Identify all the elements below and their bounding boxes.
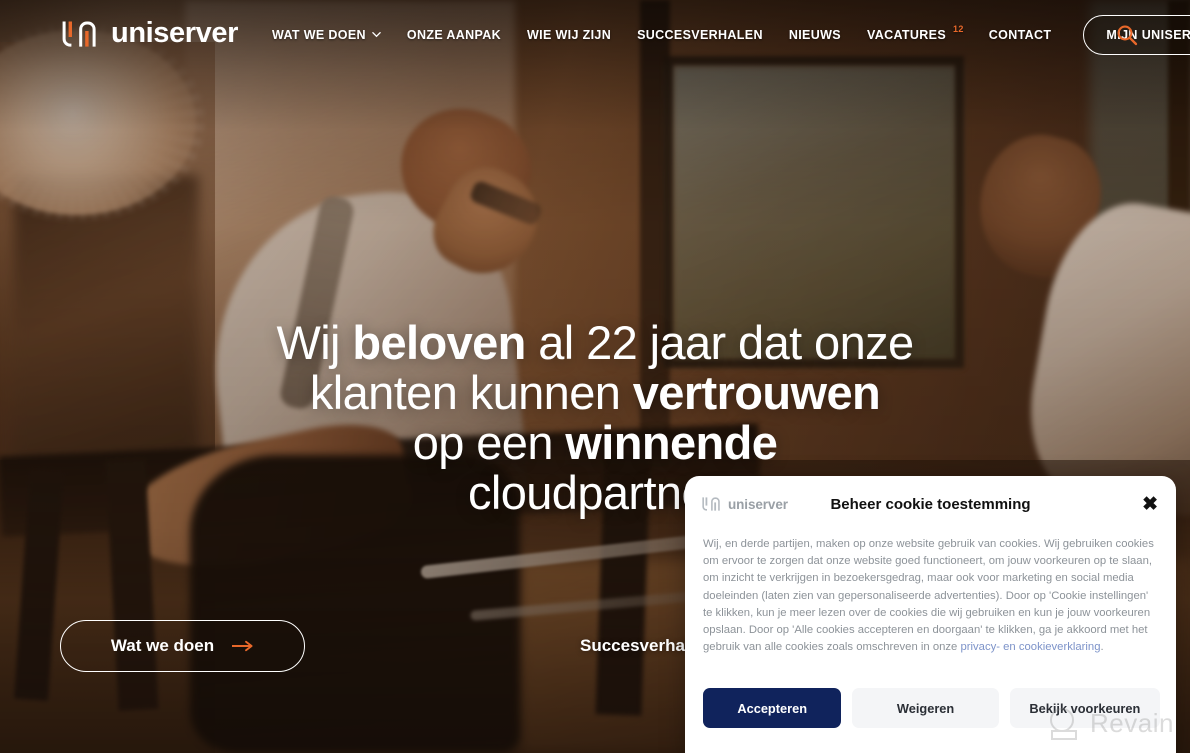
hero-line2-part-a: klanten kunnen: [309, 366, 633, 419]
hero-line1-emphasis: beloven: [352, 316, 526, 369]
search-icon: [1117, 25, 1138, 46]
chevron-down-icon: [372, 31, 381, 37]
vacatures-count-badge: 12: [953, 24, 964, 34]
hero-line3-emphasis: winnende: [565, 416, 778, 469]
nav-item-label: SUCCESVERHALEN: [637, 28, 763, 42]
nav-item-label: WAT WE DOEN: [272, 28, 366, 42]
site-logo[interactable]: uniserver: [60, 17, 238, 50]
accept-cookies-button[interactable]: Accepteren: [703, 688, 842, 728]
nav-item-contact[interactable]: CONTACT: [989, 28, 1052, 42]
page-root: uniserver WAT WE DOEN ONZE AANPAK WIE WI…: [0, 0, 1190, 753]
wat-we-doen-button[interactable]: Wat we doen: [60, 620, 305, 672]
nav-item-wat-we-doen[interactable]: WAT WE DOEN: [272, 28, 381, 42]
hero-cta-row: Wat we doen Succesverhalen: [60, 620, 709, 672]
nav-item-onze-aanpak[interactable]: ONZE AANPAK: [407, 28, 501, 42]
cookie-banner-header: uniserver Beheer cookie toestemming ✖: [685, 476, 1176, 532]
cookie-consent-banner: uniserver Beheer cookie toestemming ✖ Wi…: [685, 476, 1176, 753]
nav-item-label: NIEUWS: [788, 28, 841, 42]
nav-item-label: WIE WIJ ZIJN: [527, 28, 612, 42]
wat-we-doen-label: Wat we doen: [110, 636, 215, 655]
cookie-banner-body: Wij, en derde partijen, maken op onze we…: [685, 532, 1176, 656]
uniserver-logo-icon: [62, 21, 96, 47]
nav-item-label: CONTACT: [988, 28, 1052, 42]
hero-line1-part-c: al 22 jaar dat onze: [525, 316, 914, 369]
nav-item-succesverhalen[interactable]: SUCCESVERHALEN: [637, 28, 763, 42]
uniserver-logo-icon: [702, 497, 720, 511]
cookie-banner-actions: Accepteren Weigeren Bekijk voorkeuren: [703, 688, 1160, 728]
view-preferences-button[interactable]: Bekijk voorkeuren: [1009, 688, 1160, 728]
hero-line1-part-a: Wij: [276, 316, 353, 369]
hero-line2-emphasis: vertrouwen: [632, 366, 881, 419]
site-logo-text: uniserver: [111, 17, 238, 49]
privacy-cookie-link[interactable]: privacy- en cookieverklaring: [960, 641, 1100, 653]
hero-line3-part-a: op een: [412, 416, 566, 469]
cookie-banner-logo-text: uniserver: [728, 496, 788, 512]
nav-item-label: ONZE AANPAK: [406, 28, 502, 42]
hero-headline-line-2: klanten kunnen vertrouwen: [0, 368, 1190, 418]
nav-item-label: VACATURES: [866, 28, 947, 42]
cookie-banner-logo: uniserver: [701, 496, 788, 512]
arrow-right-icon: [232, 640, 253, 652]
nav-item-nieuws[interactable]: NIEUWS: [789, 28, 841, 42]
primary-navigation: WAT WE DOEN ONZE AANPAK WIE WIJ ZIJN SUC…: [272, 0, 1190, 70]
search-button[interactable]: [1116, 24, 1138, 46]
refuse-cookies-button[interactable]: Weigeren: [852, 688, 999, 728]
hero-headline-line-1: Wij beloven al 22 jaar dat onze: [0, 318, 1190, 368]
close-icon[interactable]: ✖: [1142, 495, 1158, 514]
nav-item-vacatures[interactable]: VACATURES 12: [866, 24, 963, 42]
cookie-banner-body-tail: .: [1100, 641, 1104, 654]
hero-headline-line-3: op een winnende: [0, 418, 1190, 468]
cookie-banner-body-text: Wij, en derde partijen, maken op onze we…: [703, 538, 1154, 654]
site-header: uniserver WAT WE DOEN ONZE AANPAK WIE WI…: [0, 0, 1190, 70]
nav-item-wie-wij-zijn[interactable]: WIE WIJ ZIJN: [527, 28, 611, 42]
